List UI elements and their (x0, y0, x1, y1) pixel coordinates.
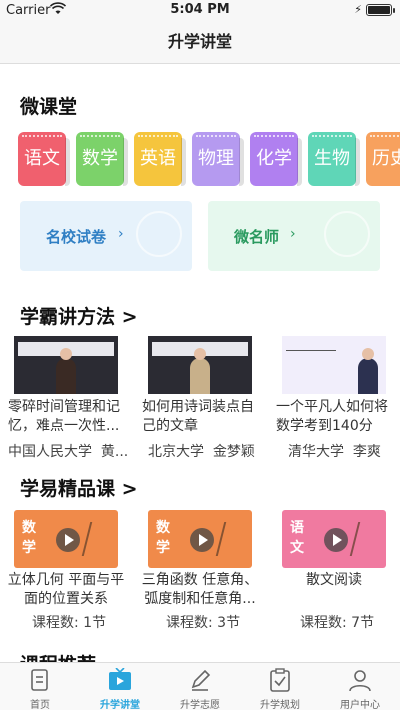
graduation-cap-decor-icon (324, 211, 370, 257)
course-title[interactable]: 立体几何 平面与平面的位置关系 (6, 571, 126, 609)
subject-label: 物理 (198, 148, 234, 169)
subject-label: 生物 (314, 148, 350, 169)
subject-biology[interactable]: 生物 (308, 132, 360, 186)
school-name: 中国人民大学 (8, 444, 92, 460)
video-thumbnail[interactable] (282, 336, 386, 394)
courses-section-title[interactable]: 学易精品课 > (20, 474, 138, 501)
school-name: 北京大学 (148, 444, 204, 460)
play-icon (324, 528, 348, 552)
subject-math[interactable]: 数学 (76, 132, 128, 186)
subject-label: 英语 (140, 148, 176, 169)
tab-bar: 首页 升学讲堂 升学志愿 升学规划 用户中心 (0, 662, 400, 710)
video-meta: 北京大学 金梦颖 (148, 441, 255, 461)
course-count: 课程数: 7节 (300, 615, 375, 631)
teacher-name: 李爽 (352, 444, 381, 460)
tab-label: 首页 (30, 700, 50, 710)
school-name: 清华大学 (288, 444, 344, 460)
course-count: 课程数: 1节 (32, 615, 107, 631)
play-icon (190, 528, 214, 552)
course-title[interactable]: 三角函数 任意角、弧度制和任意角... (140, 571, 260, 609)
famous-teacher-card[interactable]: 微名师 › (208, 201, 380, 271)
course-tag: 语文 (290, 520, 304, 556)
battery-icon (366, 4, 395, 16)
page-title: 升学讲堂 (167, 32, 232, 51)
chevron-right-icon: › (290, 226, 296, 242)
teacher-name: 金梦颖 (212, 444, 255, 460)
user-icon (349, 670, 371, 692)
main-content[interactable]: 微课堂 语文 数学 英语 物理 化学 生物 历史 名校试卷 › 微名师 › 学霸… (0, 64, 400, 662)
tab-user-center[interactable]: 用户中心 (320, 663, 400, 710)
tab-label: 升学讲堂 (100, 700, 140, 710)
document-decor-icon (136, 211, 182, 257)
play-icon (56, 528, 80, 552)
subject-history[interactable]: 历史 (366, 132, 400, 186)
play-tv-icon (109, 668, 131, 690)
tab-label: 升学规划 (260, 700, 300, 710)
pencil-icon (191, 669, 211, 691)
methods-section-title[interactable]: 学霸讲方法 > (20, 302, 138, 329)
tab-planning[interactable]: 升学规划 (240, 663, 320, 710)
video-meta: 中国人民大学 黄... (8, 441, 128, 461)
course-thumbnail[interactable]: 数学 (14, 510, 118, 568)
subject-english[interactable]: 英语 (134, 132, 186, 186)
video-thumbnail[interactable] (148, 336, 252, 394)
video-meta: 清华大学 李爽 (288, 441, 381, 461)
tab-label: 升学志愿 (180, 700, 220, 710)
famous-school-papers-card[interactable]: 名校试卷 › (20, 201, 192, 271)
status-time: 5:04 PM (170, 2, 230, 17)
subject-label: 数学 (82, 148, 118, 169)
course-count: 课程数: 3节 (166, 615, 241, 631)
clipboard-check-icon (270, 668, 290, 692)
subject-label: 历史 (372, 148, 400, 169)
subject-list[interactable]: 语文 数学 英语 物理 化学 生物 历史 (18, 132, 400, 188)
micro-class-title: 微课堂 (20, 96, 78, 118)
home-doc-icon (31, 669, 48, 691)
subject-physics[interactable]: 物理 (192, 132, 244, 186)
video-title[interactable]: 如何用诗词装点自己的文章 (142, 398, 266, 436)
subject-label: 语文 (24, 148, 60, 169)
tab-lecture[interactable]: 升学讲堂 (80, 663, 160, 710)
video-thumbnail[interactable] (14, 336, 118, 394)
status-bar: Carrier 5:04 PM ⚡ (0, 0, 400, 20)
nav-bar: 升学讲堂 (0, 20, 400, 64)
recommend-section-title[interactable]: 课程推荐 (20, 650, 96, 662)
video-title[interactable]: 一个平凡人如何将数学考到140分 (276, 398, 400, 436)
teacher-name: 黄... (100, 444, 129, 460)
course-title[interactable]: 散文阅读 (274, 571, 394, 609)
compass-icon (215, 522, 247, 556)
card-label: 名校试卷 (46, 228, 107, 246)
course-tag: 数学 (156, 520, 170, 556)
video-title[interactable]: 零碎时间管理和记忆，难点一次性... (8, 398, 132, 436)
charging-icon: ⚡ (354, 3, 362, 16)
compass-icon (81, 522, 113, 556)
tab-home[interactable]: 首页 (0, 663, 80, 710)
chevron-right-icon: › (118, 226, 124, 242)
subject-chinese[interactable]: 语文 (18, 132, 70, 186)
tab-volunteer[interactable]: 升学志愿 (160, 663, 240, 710)
tab-label: 用户中心 (340, 700, 380, 710)
subject-chemistry[interactable]: 化学 (250, 132, 302, 186)
course-thumbnail[interactable]: 数学 (148, 510, 252, 568)
course-thumbnail[interactable]: 语文 (282, 510, 386, 568)
course-tag: 数学 (22, 520, 36, 556)
book-icon (349, 522, 381, 556)
subject-label: 化学 (256, 148, 292, 169)
card-label: 微名师 (234, 228, 280, 246)
